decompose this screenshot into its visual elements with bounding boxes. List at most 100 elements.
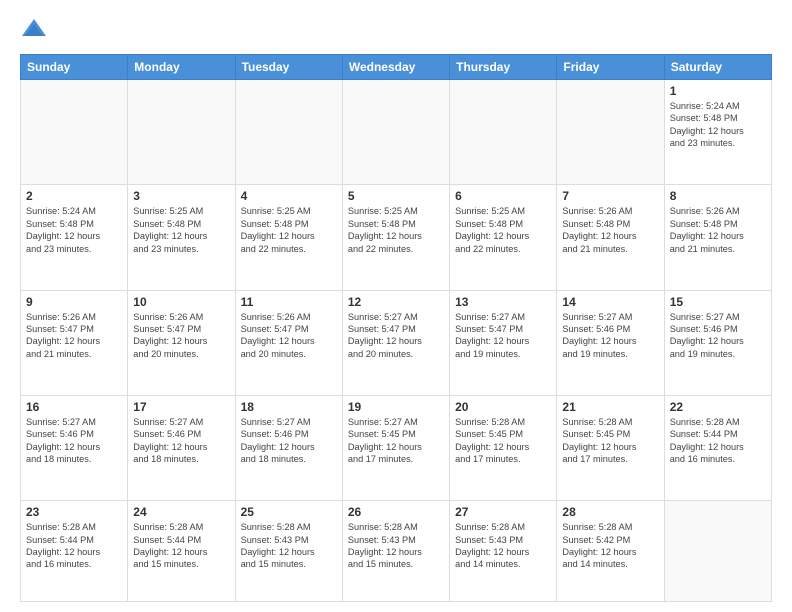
day-number: 7 bbox=[562, 189, 658, 203]
logo-icon bbox=[20, 16, 48, 44]
day-header-thursday: Thursday bbox=[450, 55, 557, 80]
calendar-cell: 11 Sunrise: 5:26 AM Sunset: 5:47 PM Dayli… bbox=[235, 290, 342, 395]
day-number: 26 bbox=[348, 505, 444, 519]
calendar-cell: 26 Sunrise: 5:28 AM Sunset: 5:43 PM Dayli… bbox=[342, 501, 449, 602]
calendar-cell bbox=[235, 80, 342, 185]
day-info: Sunrise: 5:27 AM Sunset: 5:47 PM Dayligh… bbox=[455, 311, 551, 361]
calendar-cell: 4 Sunrise: 5:25 AM Sunset: 5:48 PM Daylig… bbox=[235, 185, 342, 290]
day-info: Sunrise: 5:27 AM Sunset: 5:46 PM Dayligh… bbox=[562, 311, 658, 361]
day-number: 5 bbox=[348, 189, 444, 203]
day-info: Sunrise: 5:28 AM Sunset: 5:43 PM Dayligh… bbox=[241, 521, 337, 571]
calendar-cell: 16 Sunrise: 5:27 AM Sunset: 5:46 PM Dayli… bbox=[21, 395, 128, 500]
day-info: Sunrise: 5:28 AM Sunset: 5:42 PM Dayligh… bbox=[562, 521, 658, 571]
calendar-cell: 6 Sunrise: 5:25 AM Sunset: 5:48 PM Daylig… bbox=[450, 185, 557, 290]
calendar-cell: 25 Sunrise: 5:28 AM Sunset: 5:43 PM Dayli… bbox=[235, 501, 342, 602]
calendar-cell: 13Sunrise: 5:27 AM Sunset: 5:47 PM Dayli… bbox=[450, 290, 557, 395]
calendar-cell bbox=[664, 501, 771, 602]
day-number: 4 bbox=[241, 189, 337, 203]
day-info: Sunrise: 5:26 AM Sunset: 5:47 PM Dayligh… bbox=[241, 311, 337, 361]
day-number: 18 bbox=[241, 400, 337, 414]
day-info: Sunrise: 5:28 AM Sunset: 5:45 PM Dayligh… bbox=[455, 416, 551, 466]
calendar-cell: 27 Sunrise: 5:28 AM Sunset: 5:43 PM Dayli… bbox=[450, 501, 557, 602]
week-row-1: 1 Sunrise: 5:24 AM Sunset: 5:48 PM Daylig… bbox=[21, 80, 772, 185]
calendar-cell bbox=[450, 80, 557, 185]
day-info: Sunrise: 5:26 AM Sunset: 5:47 PM Dayligh… bbox=[133, 311, 229, 361]
calendar-cell bbox=[21, 80, 128, 185]
day-number: 21 bbox=[562, 400, 658, 414]
calendar-cell: 22Sunrise: 5:28 AM Sunset: 5:44 PM Dayli… bbox=[664, 395, 771, 500]
day-number: 17 bbox=[133, 400, 229, 414]
calendar-cell: 1 Sunrise: 5:24 AM Sunset: 5:48 PM Daylig… bbox=[664, 80, 771, 185]
day-info: Sunrise: 5:26 AM Sunset: 5:48 PM Dayligh… bbox=[562, 205, 658, 255]
day-info: Sunrise: 5:27 AM Sunset: 5:46 PM Dayligh… bbox=[670, 311, 766, 361]
day-number: 12 bbox=[348, 295, 444, 309]
calendar-cell: 8Sunrise: 5:26 AM Sunset: 5:48 PM Daylig… bbox=[664, 185, 771, 290]
day-number: 1 bbox=[670, 84, 766, 98]
day-number: 24 bbox=[133, 505, 229, 519]
calendar-cell: 3 Sunrise: 5:25 AM Sunset: 5:48 PM Daylig… bbox=[128, 185, 235, 290]
calendar-cell: 23 Sunrise: 5:28 AM Sunset: 5:44 PM Dayli… bbox=[21, 501, 128, 602]
day-header-saturday: Saturday bbox=[664, 55, 771, 80]
day-number: 14 bbox=[562, 295, 658, 309]
day-number: 9 bbox=[26, 295, 122, 309]
day-info: Sunrise: 5:28 AM Sunset: 5:44 PM Dayligh… bbox=[670, 416, 766, 466]
day-number: 23 bbox=[26, 505, 122, 519]
day-number: 25 bbox=[241, 505, 337, 519]
calendar-cell: 18 Sunrise: 5:27 AM Sunset: 5:46 PM Dayli… bbox=[235, 395, 342, 500]
page: SundayMondayTuesdayWednesdayThursdayFrid… bbox=[0, 0, 792, 612]
day-info: Sunrise: 5:28 AM Sunset: 5:44 PM Dayligh… bbox=[133, 521, 229, 571]
day-info: Sunrise: 5:25 AM Sunset: 5:48 PM Dayligh… bbox=[455, 205, 551, 255]
day-header-wednesday: Wednesday bbox=[342, 55, 449, 80]
day-header-tuesday: Tuesday bbox=[235, 55, 342, 80]
day-number: 11 bbox=[241, 295, 337, 309]
day-number: 8 bbox=[670, 189, 766, 203]
calendar-cell: 2 Sunrise: 5:24 AM Sunset: 5:48 PM Daylig… bbox=[21, 185, 128, 290]
day-info: Sunrise: 5:25 AM Sunset: 5:48 PM Dayligh… bbox=[241, 205, 337, 255]
calendar-cell: 20 Sunrise: 5:28 AM Sunset: 5:45 PM Dayli… bbox=[450, 395, 557, 500]
day-number: 16 bbox=[26, 400, 122, 414]
day-info: Sunrise: 5:27 AM Sunset: 5:46 PM Dayligh… bbox=[241, 416, 337, 466]
calendar-cell: 12 Sunrise: 5:27 AM Sunset: 5:47 PM Dayli… bbox=[342, 290, 449, 395]
day-info: Sunrise: 5:28 AM Sunset: 5:45 PM Dayligh… bbox=[562, 416, 658, 466]
day-info: Sunrise: 5:27 AM Sunset: 5:45 PM Dayligh… bbox=[348, 416, 444, 466]
day-info: Sunrise: 5:25 AM Sunset: 5:48 PM Dayligh… bbox=[348, 205, 444, 255]
day-header-monday: Monday bbox=[128, 55, 235, 80]
day-number: 3 bbox=[133, 189, 229, 203]
day-number: 6 bbox=[455, 189, 551, 203]
calendar-cell: 14 Sunrise: 5:27 AM Sunset: 5:46 PM Dayli… bbox=[557, 290, 664, 395]
calendar-cell: 19 Sunrise: 5:27 AM Sunset: 5:45 PM Dayli… bbox=[342, 395, 449, 500]
day-number: 2 bbox=[26, 189, 122, 203]
day-info: Sunrise: 5:24 AM Sunset: 5:48 PM Dayligh… bbox=[670, 100, 766, 150]
calendar-cell: 9 Sunrise: 5:26 AM Sunset: 5:47 PM Daylig… bbox=[21, 290, 128, 395]
day-info: Sunrise: 5:28 AM Sunset: 5:43 PM Dayligh… bbox=[348, 521, 444, 571]
day-info: Sunrise: 5:25 AM Sunset: 5:48 PM Dayligh… bbox=[133, 205, 229, 255]
calendar-cell: 24 Sunrise: 5:28 AM Sunset: 5:44 PM Dayli… bbox=[128, 501, 235, 602]
calendar-cell: 5 Sunrise: 5:25 AM Sunset: 5:48 PM Daylig… bbox=[342, 185, 449, 290]
calendar-cell: 15 Sunrise: 5:27 AM Sunset: 5:46 PM Dayli… bbox=[664, 290, 771, 395]
week-row-4: 16 Sunrise: 5:27 AM Sunset: 5:46 PM Dayli… bbox=[21, 395, 772, 500]
day-info: Sunrise: 5:24 AM Sunset: 5:48 PM Dayligh… bbox=[26, 205, 122, 255]
calendar-cell bbox=[128, 80, 235, 185]
day-number: 15 bbox=[670, 295, 766, 309]
day-info: Sunrise: 5:27 AM Sunset: 5:46 PM Dayligh… bbox=[26, 416, 122, 466]
calendar-cell: 28 Sunrise: 5:28 AM Sunset: 5:42 PM Dayli… bbox=[557, 501, 664, 602]
calendar-cell: 21 Sunrise: 5:28 AM Sunset: 5:45 PM Dayli… bbox=[557, 395, 664, 500]
day-info: Sunrise: 5:28 AM Sunset: 5:43 PM Dayligh… bbox=[455, 521, 551, 571]
calendar-cell: 17Sunrise: 5:27 AM Sunset: 5:46 PM Dayli… bbox=[128, 395, 235, 500]
day-header-sunday: Sunday bbox=[21, 55, 128, 80]
day-number: 28 bbox=[562, 505, 658, 519]
week-row-3: 9 Sunrise: 5:26 AM Sunset: 5:47 PM Daylig… bbox=[21, 290, 772, 395]
day-info: Sunrise: 5:27 AM Sunset: 5:47 PM Dayligh… bbox=[348, 311, 444, 361]
week-row-5: 23 Sunrise: 5:28 AM Sunset: 5:44 PM Dayli… bbox=[21, 501, 772, 602]
day-info: Sunrise: 5:26 AM Sunset: 5:47 PM Dayligh… bbox=[26, 311, 122, 361]
day-number: 27 bbox=[455, 505, 551, 519]
day-number: 10 bbox=[133, 295, 229, 309]
calendar-cell: 10 Sunrise: 5:26 AM Sunset: 5:47 PM Dayli… bbox=[128, 290, 235, 395]
calendar-table: SundayMondayTuesdayWednesdayThursdayFrid… bbox=[20, 54, 772, 602]
day-info: Sunrise: 5:28 AM Sunset: 5:44 PM Dayligh… bbox=[26, 521, 122, 571]
day-number: 19 bbox=[348, 400, 444, 414]
calendar-cell: 7 Sunrise: 5:26 AM Sunset: 5:48 PM Daylig… bbox=[557, 185, 664, 290]
day-number: 20 bbox=[455, 400, 551, 414]
week-row-2: 2 Sunrise: 5:24 AM Sunset: 5:48 PM Daylig… bbox=[21, 185, 772, 290]
day-header-friday: Friday bbox=[557, 55, 664, 80]
